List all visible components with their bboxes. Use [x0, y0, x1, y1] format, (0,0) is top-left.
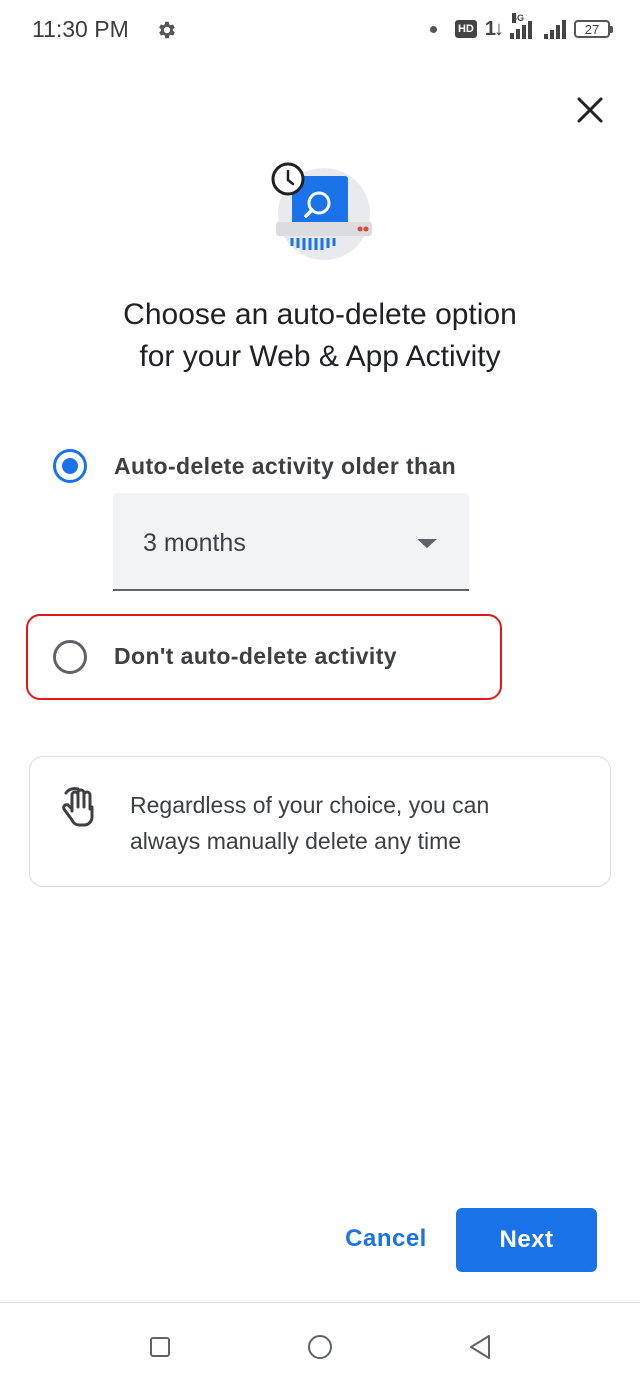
- title-line-2: for your Web & App Activity: [139, 340, 501, 373]
- auto-delete-radio[interactable]: [53, 449, 87, 483]
- title-line-1: Choose an auto-delete option: [123, 298, 517, 331]
- dont-auto-delete-radio[interactable]: [53, 640, 87, 674]
- info-line-2: always manually delete any time: [130, 828, 462, 854]
- auto-delete-period-dropdown[interactable]: 3 months: [113, 493, 469, 591]
- recents-icon: [150, 1337, 170, 1357]
- auto-delete-illustration: [271, 162, 372, 260]
- page-title: Choose an auto-delete option for your We…: [40, 294, 600, 378]
- network-type-label: 4G: [512, 13, 525, 23]
- signal-icon: [544, 19, 566, 39]
- hd-icon: HD: [454, 20, 477, 38]
- back-icon: [470, 1335, 490, 1359]
- back-button[interactable]: [460, 1327, 500, 1367]
- dont-auto-delete-option-label[interactable]: Don't auto-delete activity: [114, 643, 397, 670]
- close-button[interactable]: [568, 88, 612, 132]
- gear-icon: [159, 21, 175, 39]
- home-button[interactable]: [300, 1327, 340, 1367]
- status-bar: 11:30 PM HD 1↓ 4G 27: [0, 0, 640, 60]
- system-nav-bar: [0, 1302, 640, 1386]
- battery-icon: 27: [574, 20, 613, 38]
- screen: 11:30 PM HD 1↓ 4G 27 Choose an auto-dele…: [0, 0, 640, 1386]
- dropdown-value: 3 months: [143, 529, 246, 557]
- signal-4g-icon: 4G: [510, 13, 536, 39]
- battery-level: 27: [584, 21, 600, 37]
- home-icon: [308, 1335, 332, 1359]
- info-text: Regardless of your choice, you can alway…: [130, 787, 570, 859]
- status-icons: HD 1↓ 4G 27: [429, 13, 613, 44]
- hand-icon: [62, 787, 94, 827]
- auto-delete-option-label[interactable]: Auto-delete activity older than: [114, 453, 456, 480]
- next-button[interactable]: Next: [456, 1208, 597, 1272]
- dropdown-arrow-icon: [417, 539, 437, 548]
- cancel-button[interactable]: Cancel: [332, 1211, 440, 1267]
- info-line-1: Regardless of your choice, you can: [130, 792, 490, 818]
- recents-button[interactable]: [140, 1327, 180, 1367]
- status-time: 11:30 PM: [32, 16, 129, 42]
- close-icon: [577, 97, 603, 123]
- data-arrows-icon: 1↓: [484, 17, 504, 40]
- notification-dot-icon: [429, 25, 437, 33]
- info-card: Regardless of your choice, you can alway…: [29, 756, 611, 887]
